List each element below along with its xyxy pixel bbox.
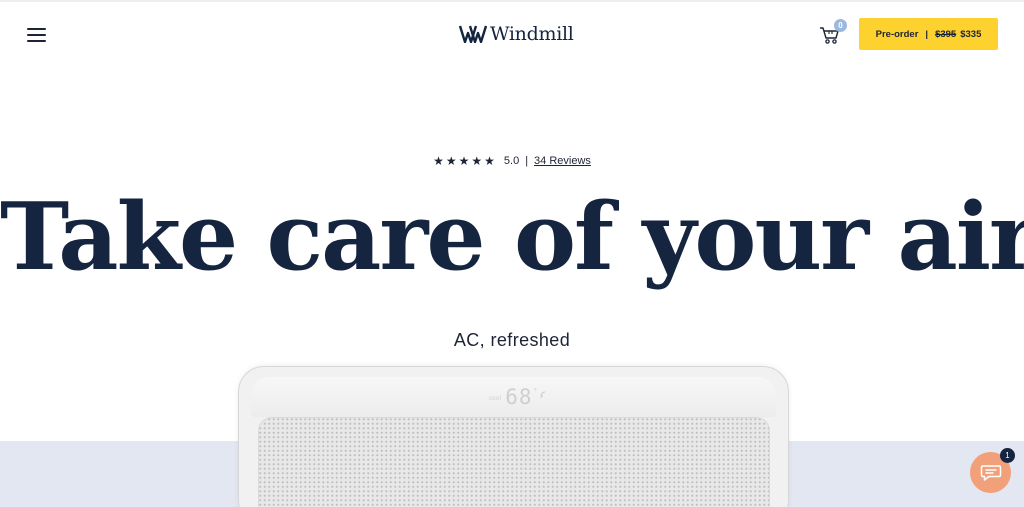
menu-bar <box>27 28 46 30</box>
display-mode: cool <box>489 396 502 402</box>
menu-icon[interactable] <box>27 28 46 42</box>
preorder-separator: | <box>925 28 929 40</box>
cart-count-badge: 0 <box>834 19 847 32</box>
hero-subheadline: AC, refreshed <box>453 330 571 350</box>
chat-unread-badge: 1 <box>1000 448 1015 463</box>
wifi-icon <box>540 391 545 399</box>
old-price: $395 <box>935 28 957 40</box>
chat-icon <box>980 464 1001 481</box>
hero-headline: Take care of your air <box>0 182 1024 291</box>
display-degree: ° <box>533 387 537 396</box>
windmill-logo-icon <box>459 25 487 43</box>
star-icon: ★★★★★ <box>433 154 497 168</box>
logo[interactable]: Windmill <box>459 22 574 46</box>
menu-bar <box>27 34 46 36</box>
rating-value: 5.0 <box>503 155 520 167</box>
temperature-display: cool 68 ° <box>489 385 548 409</box>
air-conditioner-image: cool 68 ° <box>238 366 789 507</box>
reviews-link[interactable]: 34 Reviews <box>534 155 591 167</box>
unit-grille <box>258 417 770 507</box>
display-temperature: 68 <box>505 385 533 409</box>
rating-row: ★★★★★ 5.0 | 34 Reviews <box>0 154 1024 168</box>
top-border <box>0 0 1024 2</box>
logo-text: Windmill <box>490 23 574 45</box>
preorder-label: Pre-order <box>875 28 919 40</box>
preorder-button[interactable]: Pre-order | $395 $335 <box>859 18 998 50</box>
new-price: $335 <box>960 28 982 40</box>
rating-separator: | <box>525 155 529 167</box>
menu-bar <box>27 40 46 42</box>
